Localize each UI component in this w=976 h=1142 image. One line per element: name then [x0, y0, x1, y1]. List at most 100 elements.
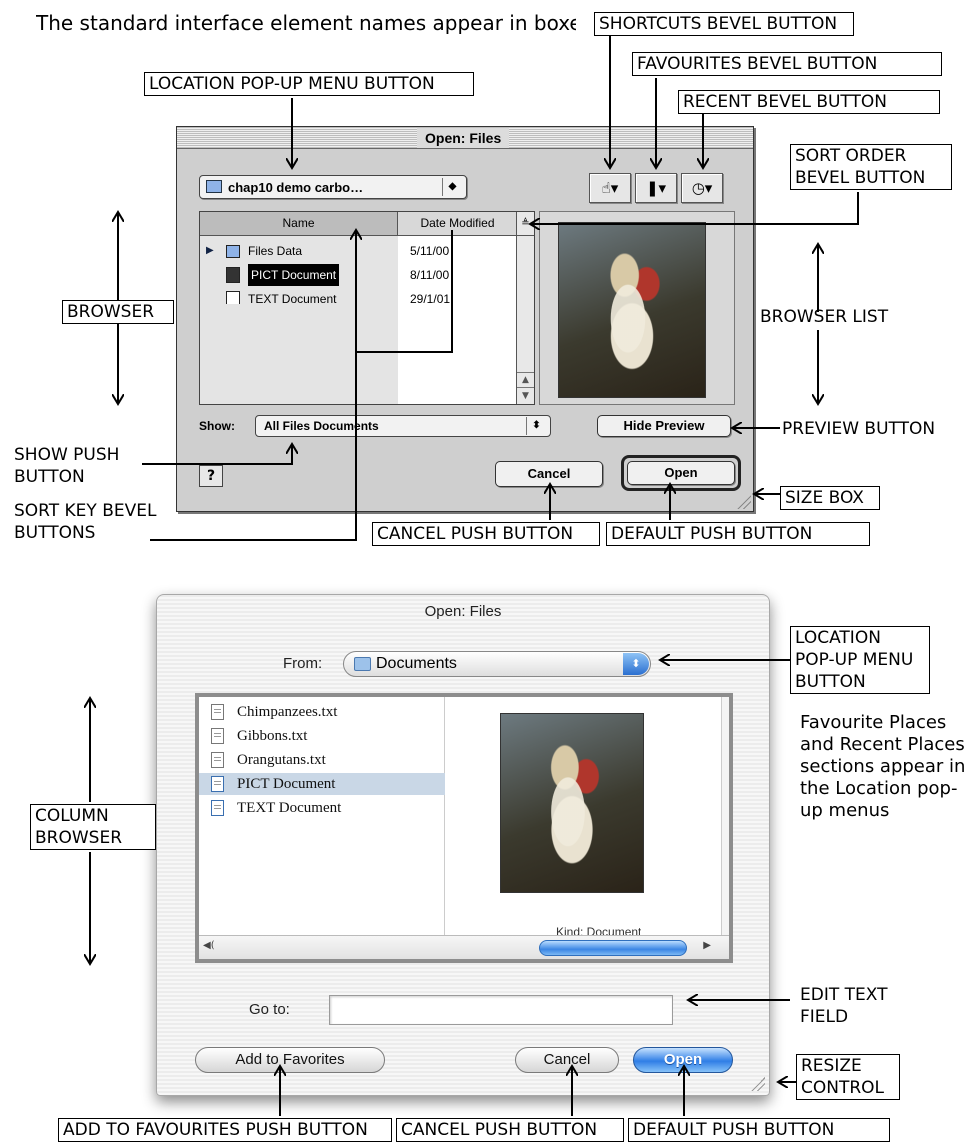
list-item-name: PICT Document: [248, 264, 340, 286]
classic-title-bar[interactable]: Open: Files: [177, 127, 753, 149]
label-location: LOCATION POP-UP MENU BUTTON: [144, 72, 474, 96]
column-edge: [721, 697, 729, 935]
from-value: Documents: [376, 655, 457, 672]
help-button[interactable]: ?: [199, 465, 223, 487]
list-item-name: Chimpanzees.txt: [237, 704, 338, 720]
favourites-book-icon: ❚: [645, 179, 659, 197]
pointing-hand-icon: ☝: [601, 179, 611, 197]
classic-browser-list[interactable]: Name Date Modified ≜ ▲ ▼ ▶ Files Data 5/…: [199, 211, 535, 405]
label-edit-text: EDIT TEXT FIELD: [800, 985, 888, 1027]
classic-open-dialog: Open: Files chap10 demo carbo… ◆ ☝▾ ❚▾ ◷…: [176, 126, 754, 512]
preview-caption: Kind: Document: [556, 925, 642, 935]
label-cancel-push: CANCEL PUSH BUTTON: [372, 522, 600, 546]
popup-arrow-icon: ◆: [442, 178, 462, 196]
label-show-push: SHOW PUSH BUTTON: [14, 445, 120, 487]
text-file-icon: [211, 752, 224, 768]
classic-open-button[interactable]: Open: [627, 461, 735, 485]
list-item[interactable]: Gibbons.txt: [199, 725, 445, 747]
show-popup-button[interactable]: All Files Documents ⬍: [255, 415, 551, 437]
scroll-right-icon[interactable]: ▶: [703, 940, 711, 951]
list-item[interactable]: TEXT Document 29/1/01: [200, 288, 518, 304]
sort-key-date-button[interactable]: Date Modified: [398, 212, 518, 236]
scroll-down-arrow-icon[interactable]: ▼: [517, 387, 534, 404]
disclosure-triangle-icon[interactable]: ▶: [206, 240, 214, 262]
from-label: From:: [283, 655, 323, 672]
list-item-date: 5/11/00: [410, 244, 450, 258]
list-item[interactable]: ▶ Files Data 5/11/00: [200, 240, 518, 262]
aqua-location-popup[interactable]: Documents ⬍: [343, 651, 651, 677]
list-item[interactable]: PICT Document 8/11/00: [200, 264, 518, 286]
clock-icon: ◷: [691, 179, 705, 197]
list-item-name: PICT Document: [237, 776, 336, 792]
label-favourites: FAVOURITES BEVEL BUTTON: [632, 52, 942, 76]
list-item-name: TEXT Document: [237, 800, 342, 816]
classic-cancel-button[interactable]: Cancel: [495, 461, 603, 487]
classic-preview-area: [539, 211, 735, 405]
scroll-up-arrow-icon[interactable]: ▲: [517, 372, 534, 387]
text-file-icon: [211, 704, 224, 720]
scroll-left-icon[interactable]: ◀(: [203, 940, 215, 951]
classic-title: Open: Files: [417, 128, 510, 148]
show-value: All Files Documents: [264, 419, 379, 433]
size-box[interactable]: [737, 495, 751, 509]
text-document-icon: [211, 800, 224, 816]
preview-image: [500, 713, 644, 893]
column-browser[interactable]: Chimpanzees.txt Gibbons.txt Orangutans.t…: [195, 693, 733, 963]
label-default-push-2: DEFAULT PUSH BUTTON: [628, 1118, 890, 1142]
caption: The standard interface element names app…: [36, 12, 576, 34]
recent-bevel-button[interactable]: ◷▾: [681, 173, 723, 203]
favourites-bevel-button[interactable]: ❚▾: [635, 173, 677, 203]
aqua-open-button[interactable]: Open: [633, 1047, 733, 1073]
folder-icon: [226, 245, 240, 258]
goto-label: Go to:: [249, 1001, 290, 1018]
pict-document-icon: [226, 267, 240, 283]
pict-file-icon: [211, 776, 224, 792]
preview-column: Kind: Document: [446, 697, 729, 935]
classic-vertical-scrollbar[interactable]: ≜ ▲ ▼: [516, 212, 534, 404]
classic-location-value: chap10 demo carbo…: [228, 180, 364, 195]
list-item-date: 29/1/01: [410, 292, 451, 304]
popup-arrow-icon: ⬍: [526, 417, 546, 435]
label-recent: RECENT BEVEL BUTTON: [678, 90, 940, 114]
label-cancel-push-2: CANCEL PUSH BUTTON: [396, 1118, 624, 1142]
resize-control[interactable]: [751, 1077, 765, 1091]
sort-key-name-button[interactable]: Name: [200, 212, 398, 236]
label-browser-list: BROWSER LIST: [760, 307, 889, 327]
label-column-browser: COLUMN BROWSER: [30, 804, 156, 850]
aqua-cancel-button[interactable]: Cancel: [515, 1047, 619, 1073]
shortcuts-bevel-button[interactable]: ☝▾: [589, 173, 631, 203]
list-item-name: TEXT Document: [248, 292, 337, 304]
list-item-name: Orangutans.txt: [237, 752, 326, 768]
label-shortcuts: SHORTCUTS BEVEL BUTTON: [594, 12, 854, 36]
label-browser: BROWSER: [62, 300, 174, 324]
label-size-box: SIZE BOX: [780, 486, 880, 510]
label-preview-button: PREVIEW BUTTON: [782, 419, 936, 439]
list-item[interactable]: TEXT Document: [199, 797, 445, 819]
list-item-selected[interactable]: PICT Document: [199, 773, 445, 795]
list-item[interactable]: Orangutans.txt: [199, 749, 445, 771]
horizontal-scrollbar[interactable]: ◀( ▶: [199, 935, 729, 959]
label-resize: RESIZE CONTROL: [796, 1054, 900, 1100]
folder-icon: [206, 180, 222, 193]
aqua-title: Open: Files: [424, 603, 502, 620]
popup-arrows-icon: ⬍: [623, 653, 649, 675]
list-item-name: Gibbons.txt: [237, 728, 308, 744]
label-location-2: LOCATION POP-UP MENU BUTTON: [790, 626, 930, 694]
list-item-date: 8/11/00: [410, 268, 450, 282]
text-file-icon: [211, 728, 224, 744]
label-sort-key: SORT KEY BEVEL BUTTONS: [14, 501, 157, 543]
show-label: Show:: [199, 419, 235, 433]
preview-image: [558, 222, 706, 398]
scroll-thumb[interactable]: [539, 940, 687, 956]
aqua-open-dialog: Open: Files From: Documents ⬍ Chimpanzee…: [156, 594, 770, 1096]
list-item-name: Files Data: [248, 244, 303, 258]
browser-column[interactable]: Chimpanzees.txt Gibbons.txt Orangutans.t…: [199, 697, 445, 935]
add-to-favorites-button[interactable]: Add to Favorites: [195, 1047, 385, 1073]
sort-order-bevel-button[interactable]: ≜: [517, 212, 534, 236]
list-item[interactable]: Chimpanzees.txt: [199, 701, 445, 723]
hide-preview-button[interactable]: Hide Preview: [597, 415, 731, 437]
classic-location-popup[interactable]: chap10 demo carbo… ◆: [199, 175, 467, 199]
folder-icon: [354, 657, 371, 671]
label-sort-order: SORT ORDER BEVEL BUTTON: [790, 144, 952, 190]
goto-text-field[interactable]: [329, 995, 673, 1025]
